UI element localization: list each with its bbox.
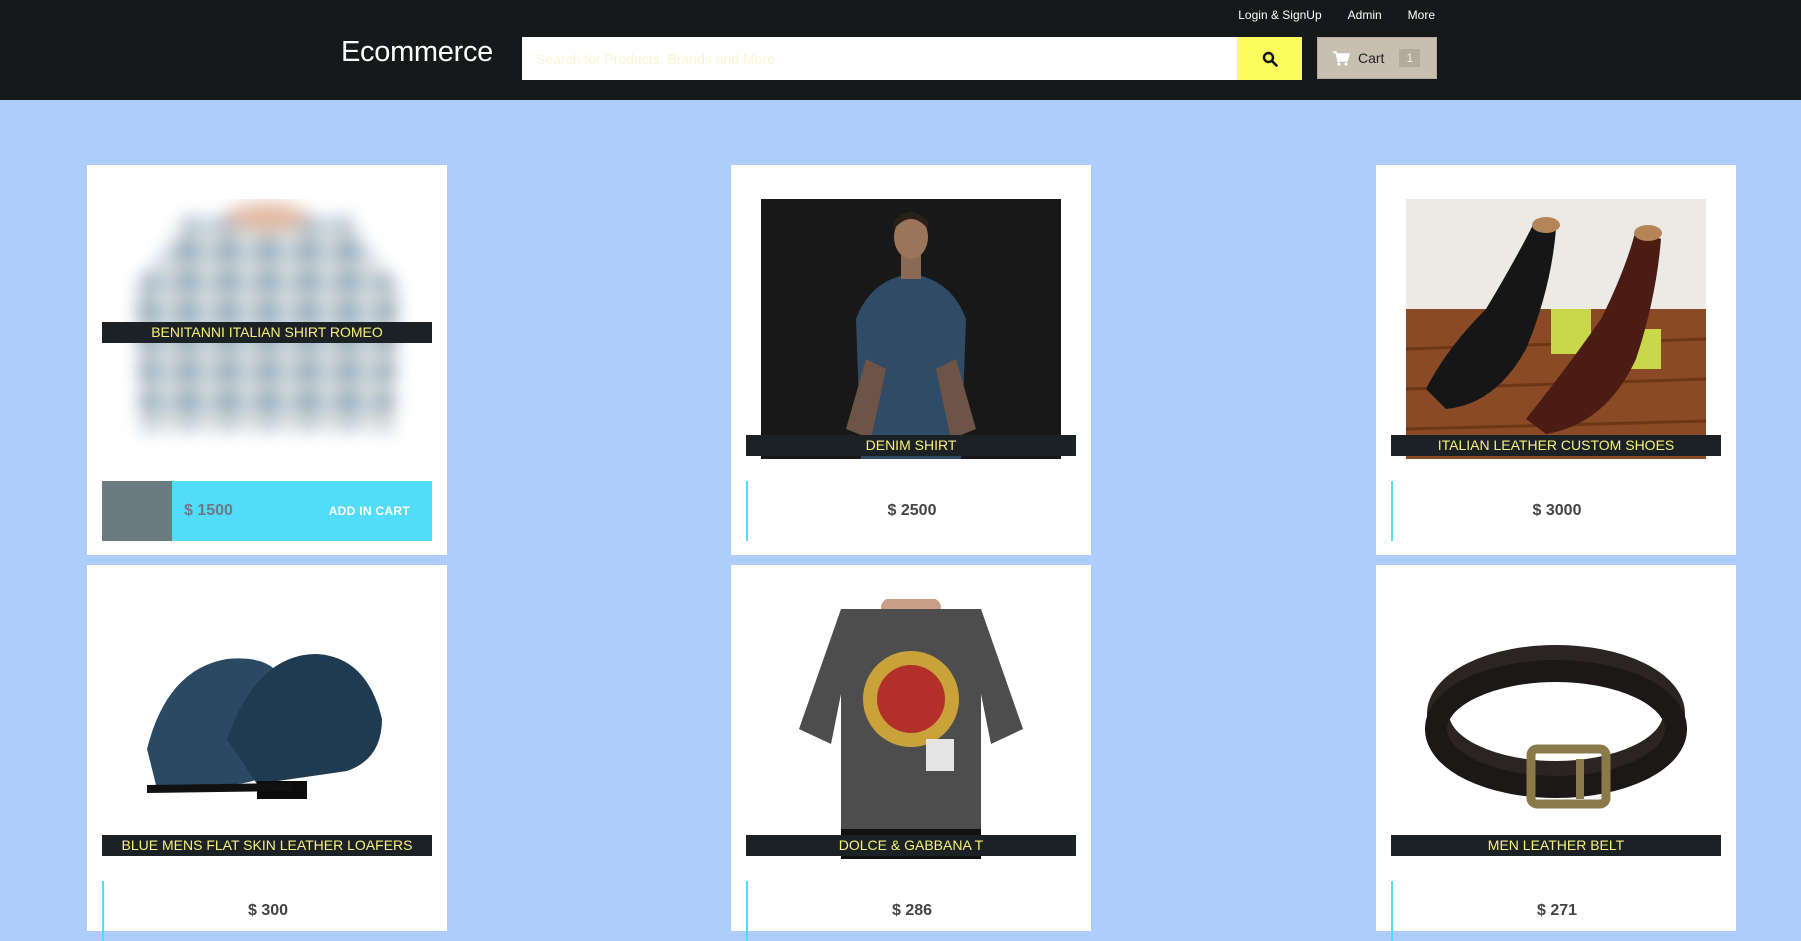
product-title[interactable]: BLUE MENS FLAT SKIN LEATHER LOAFERS xyxy=(102,835,432,856)
cart-button[interactable]: Cart 1 xyxy=(1317,37,1437,79)
color-swatch xyxy=(102,481,172,541)
product-price: $ 3000 xyxy=(1391,481,1721,541)
product-image[interactable] xyxy=(761,199,1061,459)
product-image[interactable] xyxy=(761,599,1061,859)
product-card[interactable]: MEN LEATHER BELT $ 271 xyxy=(1376,565,1736,941)
product-price: $ 286 xyxy=(746,881,1076,941)
cart-label: Cart xyxy=(1358,50,1385,66)
product-price: $ 2500 xyxy=(746,481,1076,541)
product-card[interactable]: DOLCE & GABBANA T $ 286 xyxy=(731,565,1091,941)
product-price: $ 271 xyxy=(1391,881,1721,941)
product-price: $ 1500 xyxy=(184,502,233,519)
cart-icon xyxy=(1333,51,1350,66)
search-button[interactable] xyxy=(1237,37,1302,80)
product-card[interactable]: BENITANNI ITALIAN SHIRT ROMEO $ 1500 ADD… xyxy=(87,165,447,555)
product-price: $ 300 xyxy=(102,881,432,941)
product-card[interactable]: DENIM SHIRT $ 2500 xyxy=(731,165,1091,555)
product-card[interactable]: BLUE MENS FLAT SKIN LEATHER LOAFERS $ 30… xyxy=(87,565,447,941)
admin-link[interactable]: Admin xyxy=(1348,8,1382,22)
cart-count-badge: 1 xyxy=(1399,49,1421,67)
product-card[interactable]: ITALIAN LEATHER CUSTOM SHOES $ 3000 xyxy=(1376,165,1736,555)
product-title[interactable]: DENIM SHIRT xyxy=(746,435,1076,456)
product-image[interactable] xyxy=(1406,199,1706,459)
product-image[interactable] xyxy=(117,599,417,859)
search-input[interactable] xyxy=(522,37,1237,80)
more-link[interactable]: More xyxy=(1408,8,1435,22)
product-title[interactable]: BENITANNI ITALIAN SHIRT ROMEO xyxy=(102,322,432,343)
login-signup-link[interactable]: Login & SignUp xyxy=(1238,8,1321,22)
product-image[interactable] xyxy=(1406,599,1706,859)
search-icon xyxy=(1262,51,1278,67)
price-cart-row: $ 1500 ADD IN CART xyxy=(102,481,432,541)
product-title[interactable]: MEN LEATHER BELT xyxy=(1391,835,1721,856)
product-title[interactable]: DOLCE & GABBANA T xyxy=(746,835,1076,856)
top-navbar: Login & SignUp Admin More Ecommerce Cart… xyxy=(0,0,1801,100)
product-title[interactable]: ITALIAN LEATHER CUSTOM SHOES xyxy=(1391,435,1721,456)
top-links: Login & SignUp Admin More xyxy=(1238,8,1435,22)
add-to-cart-button[interactable]: ADD IN CART xyxy=(329,504,410,518)
brand-logo[interactable]: Ecommerce xyxy=(341,36,493,69)
